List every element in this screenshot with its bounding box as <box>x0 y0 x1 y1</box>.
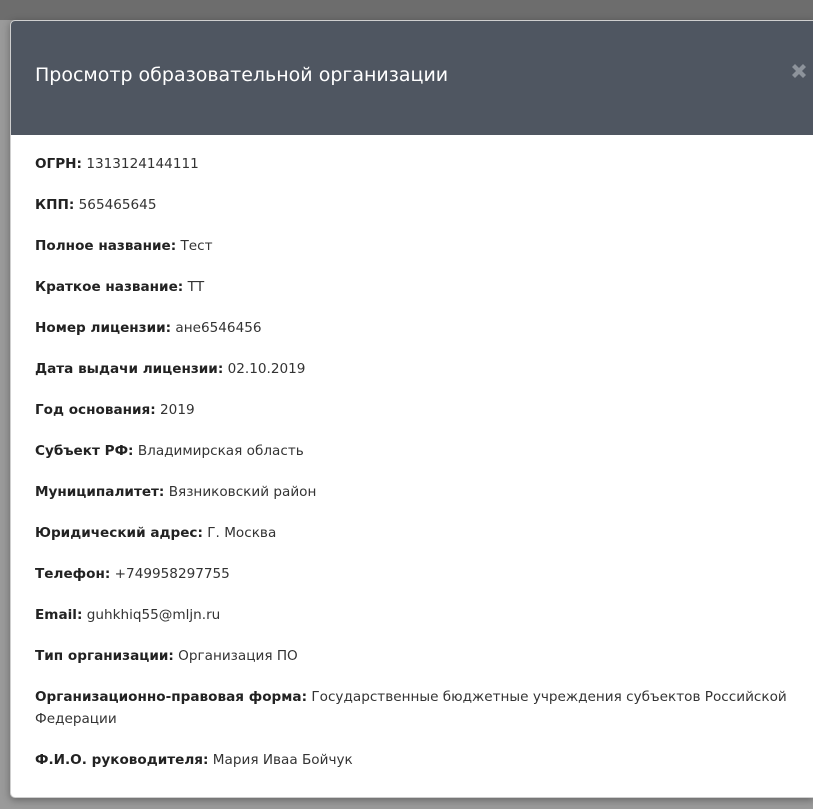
field-label: Телефон: <box>35 566 111 582</box>
field-value: 1313124144111 <box>86 156 199 172</box>
field-value: Г. Москва <box>207 525 277 541</box>
modal-header: Просмотр образовательной организации <box>11 21 813 135</box>
field-legal-form: Организационно-правовая форма: Государст… <box>35 686 790 730</box>
field-ogrn: ОГРН: 1313124144111 <box>35 153 790 175</box>
field-label: Полное название: <box>35 238 177 254</box>
field-value: Вязниковский район <box>168 484 317 500</box>
field-organization-type: Тип организации: Организация ПО <box>35 645 790 667</box>
field-label: Номер лицензии: <box>35 320 172 336</box>
field-value: Тест <box>180 238 213 254</box>
field-value: Мария Иваа Бойчук <box>212 752 353 768</box>
modal-body: ОГРН: 1313124144111 КПП: 565465645 Полно… <box>11 135 813 790</box>
field-label: КПП: <box>35 197 75 213</box>
field-value: ТТ <box>187 279 205 295</box>
close-x-icon <box>792 63 806 78</box>
field-label: Год основания: <box>35 402 156 418</box>
field-label: Email: <box>35 607 83 623</box>
field-region: Субъект РФ: Владимирская область <box>35 440 790 462</box>
field-legal-address: Юридический адрес: Г. Москва <box>35 522 790 544</box>
field-kpp: КПП: 565465645 <box>35 194 790 216</box>
close-button[interactable] <box>784 57 813 87</box>
field-short-name: Краткое название: ТТ <box>35 276 790 298</box>
field-founding-year: Год основания: 2019 <box>35 399 790 421</box>
field-license-number: Номер лицензии: ане6546456 <box>35 317 790 339</box>
field-license-date: Дата выдачи лицензии: 02.10.2019 <box>35 358 790 380</box>
field-phone: Телефон: +749958297755 <box>35 563 790 585</box>
field-value: 02.10.2019 <box>227 361 306 377</box>
background-page-strip <box>0 0 813 20</box>
field-value: Организация ПО <box>178 648 298 664</box>
field-director-name: Ф.И.О. руководителя: Мария Иваа Бойчук <box>35 749 790 771</box>
field-label: Юридический адрес: <box>35 525 203 541</box>
field-value: Владимирская область <box>137 443 304 459</box>
view-organization-modal: Просмотр образовательной организации ОГР… <box>10 20 813 798</box>
field-label: Краткое название: <box>35 279 184 295</box>
field-value: 565465645 <box>78 197 157 213</box>
field-label: Организационно-правовая форма: <box>35 689 308 705</box>
field-full-name: Полное название: Тест <box>35 235 790 257</box>
field-label: Тип организации: <box>35 648 174 664</box>
field-label: ОГРН: <box>35 156 82 172</box>
field-value: 2019 <box>160 402 195 418</box>
field-label: Ф.И.О. руководителя: <box>35 752 209 768</box>
field-label: Дата выдачи лицензии: <box>35 361 224 377</box>
field-label: Субъект РФ: <box>35 443 134 459</box>
field-value: guhkhiq55@mljn.ru <box>86 607 221 623</box>
field-email: Email: guhkhiq55@mljn.ru <box>35 604 790 626</box>
field-value: +749958297755 <box>114 566 230 582</box>
field-municipality: Муниципалитет: Вязниковский район <box>35 481 790 503</box>
modal-title: Просмотр образовательной организации <box>35 64 449 86</box>
field-label: Муниципалитет: <box>35 484 165 500</box>
field-value: ане6546456 <box>175 320 262 336</box>
